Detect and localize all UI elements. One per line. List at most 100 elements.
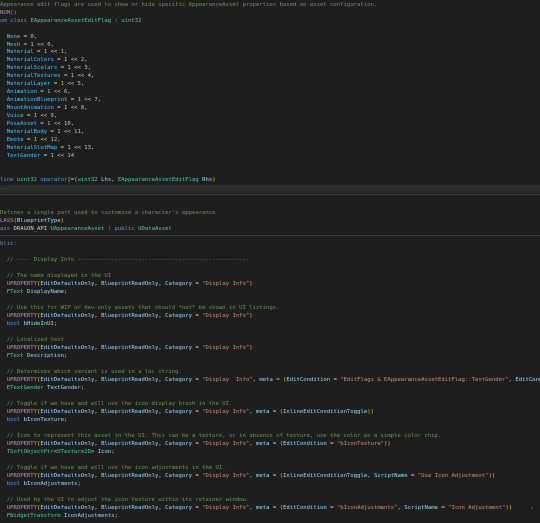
code-line[interactable]: Appearance edit flags are used to show o… [0, 2, 540, 10]
code-token: "Display Info" [202, 345, 250, 351]
code-line[interactable]: UPROPERTY(EditDefaultsOnly, BlueprintRea… [0, 441, 540, 449]
code-token: , [50, 42, 54, 48]
code-line[interactable]: UPROPERTY(EditDefaultsOnly, BlueprintRea… [0, 409, 540, 417]
code-line[interactable]: // Determines which variant is used in a… [0, 369, 540, 377]
code-line[interactable]: MaterialScalars = 1 << 3, [0, 65, 540, 73]
code-token: = [192, 345, 203, 351]
code-line[interactable]: Material = 1 << 1, [0, 49, 540, 57]
code-token: = [326, 505, 337, 511]
code-token: InlineEditConditionToggle [283, 409, 368, 415]
code-line[interactable]: bool bHideInUI; [0, 321, 540, 329]
code-token: MountAnimation [0, 105, 54, 111]
code-token: MaterialScalars [0, 65, 58, 71]
code-line[interactable]: FWidgetTransform IconAdjustments; [0, 513, 540, 521]
code-line[interactable]: // Toggle if we have and will use the ic… [0, 465, 540, 473]
code-token: // Toggle if we have and will use the ic… [0, 465, 226, 471]
chevron-right-icon: › [530, 505, 534, 512]
code-token: bool [0, 321, 24, 327]
code-line[interactable]: TextGender = 1 << 14 [0, 153, 540, 161]
code-token: TextGender [0, 153, 41, 159]
code-token: Lhs [101, 177, 112, 183]
code-token: = [53, 57, 64, 63]
code-token: = [20, 42, 31, 48]
code-token: 13 [84, 145, 91, 151]
code-line[interactable]: MaterialColors = 1 << 2, [0, 57, 540, 65]
code-line[interactable]: // ---- Display Info -------------------… [0, 257, 540, 265]
code-token: : [111, 18, 122, 24]
code-line[interactable]: ass DRAGON_API UAppearanceAsset : public… [0, 226, 540, 234]
code-line[interactable]: bool bIconTexture; [0, 417, 540, 425]
code-line[interactable]: Voice = 1 << 9, [0, 113, 540, 121]
code-line[interactable]: FText DisplayName; [0, 289, 540, 297]
code-line[interactable]: PoseAsset = 1 << 10, [0, 121, 540, 129]
code-token: ; [64, 289, 68, 295]
code-token: << [37, 137, 51, 143]
code-token: 10 [64, 121, 71, 127]
code-token: operator [40, 177, 68, 183]
code-token: << [50, 89, 65, 95]
code-line[interactable]: UPROPERTY(EditDefaultsOnly, BlueprintRea… [0, 377, 540, 385]
code-token: << [80, 97, 95, 103]
code-line[interactable]: UPROPERTY(EditDefaultsOnly, BlueprintRea… [0, 505, 540, 513]
code-token: EditCondition [286, 377, 331, 383]
code-line[interactable]: NUM() [0, 10, 540, 18]
code-line[interactable]: // Used by the UI to adjust the icon tex… [0, 497, 540, 505]
code-line[interactable]: bool bIconAdjustments; [0, 481, 540, 489]
code-token: DisplayName [26, 289, 64, 295]
code-line[interactable]: UPROPERTY(EditDefaultsOnly, BlueprintRea… [0, 313, 540, 321]
code-line[interactable]: Emote = 1 << 12, [0, 137, 540, 145]
code-line[interactable]: MaterialSlotMap = 1 << 13, [0, 145, 540, 153]
code-token: PoseAsset [0, 121, 38, 127]
code-token: , [64, 49, 68, 55]
code-token: bool [0, 481, 24, 487]
code-token: line [0, 177, 17, 183]
code-line[interactable]: AnimationBlueprint = 1 << 7, [0, 97, 540, 105]
code-token: 14 [67, 153, 75, 159]
code-token: BlueprintReadOnly [101, 441, 159, 447]
code-token: << [53, 153, 68, 159]
code-line[interactable]: // Localized text [0, 337, 540, 345]
code-line[interactable]: // Toggle if we have and will use the ic… [0, 401, 540, 409]
code-token: "Display Info" [202, 441, 250, 447]
code-line[interactable]: blic: [0, 241, 540, 249]
code-line[interactable]: // Icon to represent this asset in the U… [0, 433, 540, 441]
code-line[interactable]: Defines a single part used to customise … [0, 210, 540, 218]
code-token: "Display Info" [202, 409, 250, 415]
code-line[interactable]: LASS(BlueprintType) [0, 218, 540, 226]
code-token: << [74, 73, 88, 79]
code-line[interactable]: ETextGender TextGender; [0, 385, 540, 393]
code-line[interactable]: UPROPERTY(EditDefaultsOnly, BlueprintRea… [0, 473, 540, 481]
code-token: meta [256, 505, 270, 511]
code-line[interactable]: // Use this for WIP or dev-only assets t… [0, 305, 540, 313]
code-line[interactable]: // The name displayed in the UI [0, 273, 540, 281]
code-token: UDataAsset [138, 226, 172, 232]
code-token: uint32 [16, 177, 41, 183]
code-token: )) [505, 505, 513, 511]
code-line[interactable]: MaterialBody = 1 << 11, [0, 129, 540, 137]
code-token: , [70, 121, 75, 127]
code-line[interactable]: FText Description; [0, 353, 540, 361]
code-token: InlineEditConditionToggle [283, 473, 368, 479]
code-token: Voice [0, 113, 24, 119]
code-line[interactable]: line uint32 operator|=(uint32 Lhs, EAppe… [0, 177, 540, 185]
code-token: << [33, 42, 48, 48]
code-editor[interactable]: Appearance edit flags are used to show o… [0, 0, 540, 523]
code-line[interactable]: TSoftObjectPtr<UTexture2D> Icon; [0, 449, 540, 457]
code-line[interactable]: um class EAppearanceAssetEditFlag : uint… [0, 18, 540, 26]
code-token: bIconTexture [23, 417, 64, 423]
code-line[interactable]: MaterialLayer = 1 << 5, [0, 81, 540, 89]
code-token: EditCondition [283, 441, 327, 447]
code-line[interactable]: MaterialTextures = 1 << 4, [0, 73, 540, 81]
code-line[interactable]: Animation = 1 << 6, [0, 89, 540, 97]
code-line[interactable]: UPROPERTY(EditDefaultsOnly, BlueprintRea… [0, 345, 540, 353]
code-token: , [84, 57, 88, 63]
code-token: ; [64, 417, 68, 423]
code-token: , [87, 65, 91, 71]
code-line[interactable]: UPROPERTY(EditDefaultsOnly, BlueprintRea… [0, 281, 540, 289]
code-token: Mesh [0, 42, 21, 48]
code-token: MaterialColors [0, 57, 54, 63]
code-token: << [67, 105, 81, 111]
code-line[interactable]: MountAnimation = 1 << 8, [0, 105, 540, 113]
code-line[interactable]: None = 0, [0, 34, 540, 42]
code-line-current[interactable]: .. [0, 185, 540, 193]
